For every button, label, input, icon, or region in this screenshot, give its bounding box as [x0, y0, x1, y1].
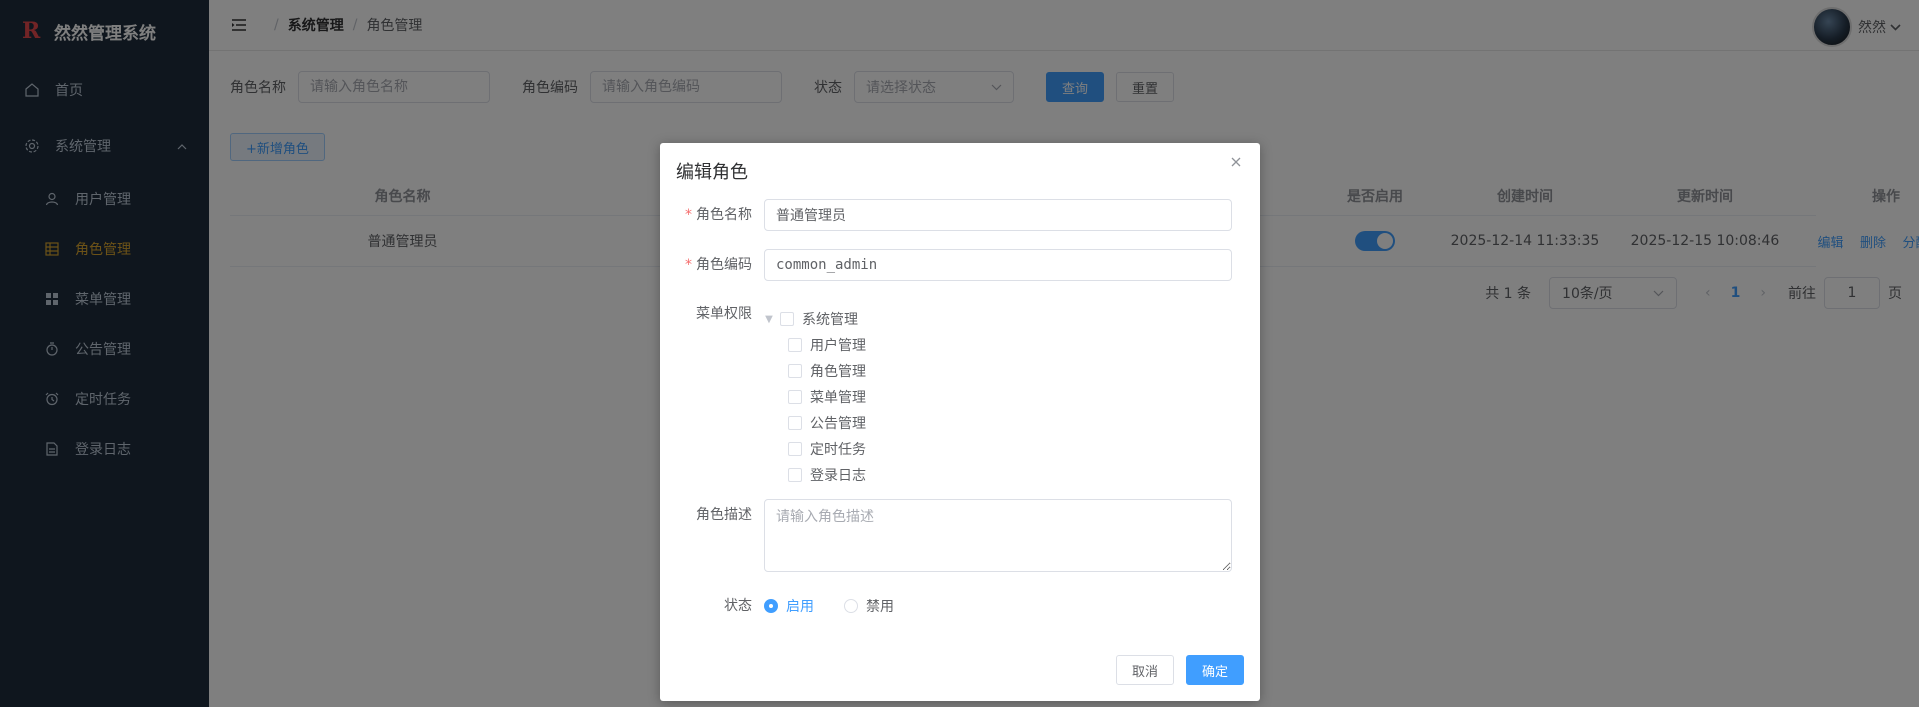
role-name-field-label-text: 角色名称: [696, 207, 752, 223]
form-item-role-code: * 角色编码: [660, 249, 1232, 281]
tree-node-label: 角色管理: [810, 364, 866, 380]
radio-dot: [764, 599, 778, 613]
confirm-button[interactable]: 确定: [1185, 655, 1244, 685]
tree-checkbox[interactable]: [788, 364, 802, 378]
tree-node[interactable]: 定时任务: [764, 436, 866, 462]
status-enabled-radio[interactable]: 启用: [764, 596, 814, 616]
caret-down-icon[interactable]: ▼: [764, 314, 774, 325]
required-mark: *: [685, 257, 692, 273]
tree-node-label: 菜单管理: [810, 390, 866, 406]
form-item-status: 状态 启用 禁用: [660, 590, 924, 622]
tree-node-label: 登录日志: [810, 468, 866, 484]
tree-node[interactable]: 角色管理: [764, 358, 866, 384]
tree-node[interactable]: 登录日志: [764, 462, 866, 488]
tree-checkbox[interactable]: [788, 416, 802, 430]
status-field-label: 状态: [724, 598, 752, 614]
dialog-title: 编辑角色: [676, 162, 748, 183]
role-name-field-label: * 角色名称: [660, 199, 764, 231]
tree-node-label: 定时任务: [810, 442, 866, 458]
radio-label: 启用: [786, 599, 814, 615]
tree-node-label: 系统管理: [802, 312, 858, 328]
tree-checkbox[interactable]: [788, 442, 802, 456]
form-item-description: 角色描述: [660, 499, 1232, 572]
tree-checkbox[interactable]: [788, 468, 802, 482]
required-mark: *: [685, 207, 692, 223]
role-code-field[interactable]: [764, 249, 1232, 281]
form-item-menu-permissions: 菜单权限 ▼ 系统管理 用户管理 角色管理 菜单管理 公告管理 定时任务 登录日…: [660, 298, 866, 488]
role-code-field-label: * 角色编码: [660, 249, 764, 281]
cancel-button[interactable]: 取消: [1115, 655, 1174, 685]
status-disabled-radio[interactable]: 禁用: [844, 596, 894, 616]
tree-node[interactable]: 公告管理: [764, 410, 866, 436]
tree-checkbox[interactable]: [788, 390, 802, 404]
description-textarea[interactable]: [764, 499, 1232, 572]
dialog-footer: 取消 确定: [1104, 655, 1244, 685]
menu-permissions-label: 菜单权限: [696, 306, 752, 322]
tree-node[interactable]: 用户管理: [764, 332, 866, 358]
tree-node-label: 公告管理: [810, 416, 866, 432]
status-radio-group: 启用 禁用: [764, 590, 924, 622]
radio-label: 禁用: [866, 599, 894, 615]
tree-checkbox[interactable]: [780, 312, 794, 326]
tree-node-root[interactable]: ▼ 系统管理: [764, 306, 866, 332]
tree-checkbox[interactable]: [788, 338, 802, 352]
tree-node[interactable]: 菜单管理: [764, 384, 866, 410]
role-name-field[interactable]: [764, 199, 1232, 231]
edit-role-dialog: 编辑角色 *角色名称 *角色编码 菜单权限 ▼ 系统管理 用户管理 角色管理: [660, 143, 1260, 701]
menu-tree: ▼ 系统管理 用户管理 角色管理 菜单管理 公告管理 定时任务 登录日志: [764, 298, 866, 488]
role-code-field-label-text: 角色编码: [696, 257, 752, 273]
close-icon[interactable]: [1229, 155, 1245, 171]
tree-node-label: 用户管理: [810, 338, 866, 354]
radio-dot: [844, 599, 858, 613]
description-label: 角色描述: [696, 507, 752, 523]
form-item-role-name: * 角色名称: [660, 199, 1232, 231]
